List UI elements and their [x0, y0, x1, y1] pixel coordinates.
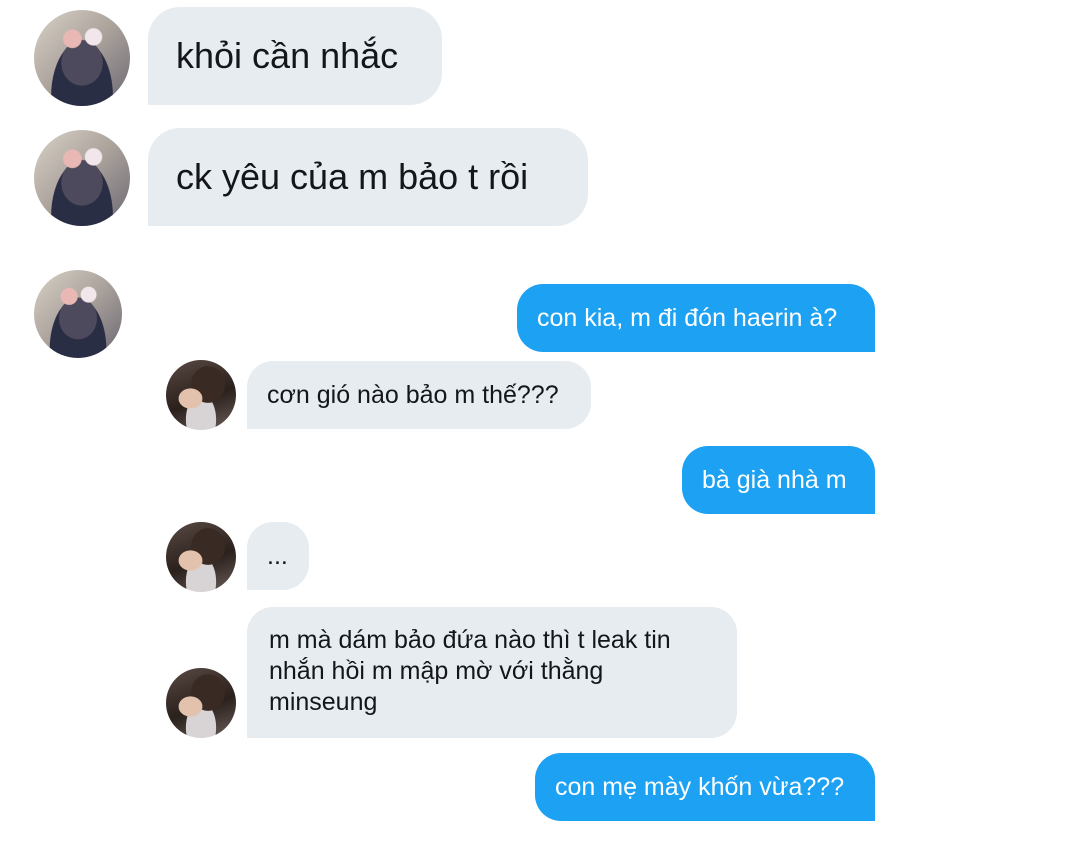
- message-text: khỏi cần nhắc: [176, 35, 399, 76]
- contact-avatar[interactable]: [166, 522, 236, 592]
- message-bubble-received: cơn gió nào bảo m thế???: [247, 361, 591, 429]
- message-text: cơn gió nào bảo m thế???: [267, 380, 559, 409]
- message-bubble-received: m mà dám bảo đứa nào thì t leak tin nhắn…: [247, 607, 737, 738]
- message-text: ...: [267, 541, 288, 570]
- message-text: ck yêu của m bảo t rồi: [176, 156, 529, 197]
- contact-avatar[interactable]: [166, 360, 236, 430]
- message-text: con mẹ mày khốn vừa???: [555, 772, 845, 801]
- message-bubble-sent: con kia, m đi đón haerin à?: [517, 284, 875, 352]
- contact-avatar[interactable]: [166, 668, 236, 738]
- message-bubble-sent: con mẹ mày khốn vừa???: [535, 753, 875, 821]
- message-bubble-received: khỏi cần nhắc: [148, 7, 442, 105]
- user-avatar[interactable]: [34, 130, 130, 226]
- user-avatar[interactable]: [34, 10, 130, 106]
- message-bubble-received: ck yêu của m bảo t rồi: [148, 128, 588, 226]
- message-bubble-sent: bà già nhà m: [682, 446, 875, 514]
- chat-screen: khỏi cần nhắc ck yêu của m bảo t rồi con…: [0, 0, 1080, 846]
- message-text: m mà dám bảo đứa nào thì t leak tin nhắn…: [269, 626, 671, 716]
- message-text: bà già nhà m: [702, 465, 847, 494]
- message-text: con kia, m đi đón haerin à?: [537, 303, 838, 332]
- message-bubble-received: ...: [247, 522, 309, 590]
- user-avatar[interactable]: [34, 270, 122, 358]
